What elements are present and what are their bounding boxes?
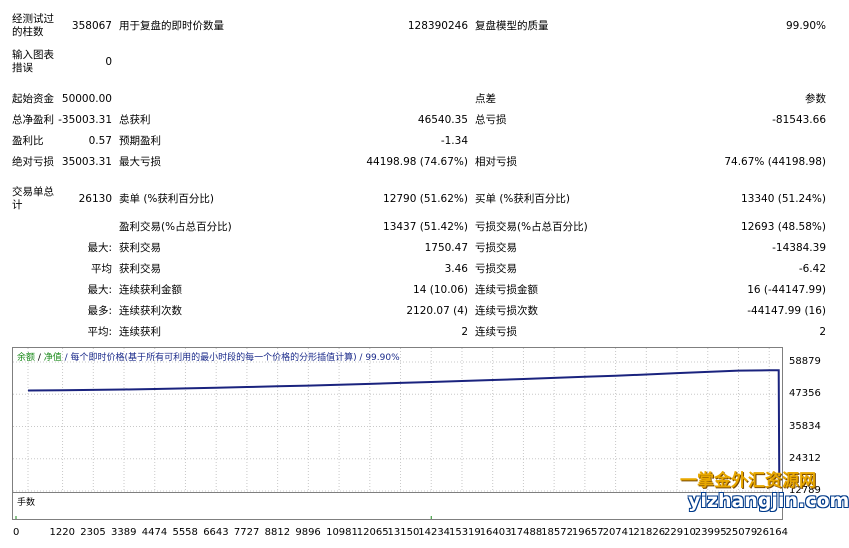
x-tick-label: 10981 — [326, 527, 358, 538]
chart-legend: 余额 / 净值 / 每个即时价格(基于所有可利用的最小时段的每一个价格的分形插值… — [17, 350, 400, 363]
x-tick-label: 21826 — [633, 527, 666, 538]
x-tick-label: 8812 — [264, 527, 291, 538]
y-tick-label: 47356 — [789, 388, 821, 400]
watermark-url: yizhangjin.com — [688, 490, 849, 512]
volume-label: 手数 — [17, 498, 36, 508]
x-tick-label: 4474 — [141, 527, 168, 538]
watermark-cn: 一掌金外汇资源网 — [680, 471, 816, 491]
x-tick-label: 5558 — [172, 527, 198, 538]
legend-balance: 余额 — [17, 353, 36, 363]
y-tick-label: 58879 — [789, 356, 821, 367]
x-tick-label: 23995 — [694, 527, 727, 538]
y-tick-label: 24312 — [789, 452, 821, 464]
x-tick-label: 19657 — [571, 527, 604, 538]
x-tick-label: 16403 — [479, 527, 512, 538]
x-tick-label: 3389 — [111, 527, 137, 538]
x-tick-label: 15319 — [448, 527, 481, 538]
x-tick-label: 12065 — [356, 527, 389, 538]
x-tick-label: 13150 — [387, 527, 420, 538]
x-tick-label: 22910 — [664, 527, 696, 538]
x-tick-label: 25079 — [725, 527, 758, 538]
x-tick-label: 7727 — [233, 527, 260, 538]
x-tick-label: 6643 — [203, 527, 229, 538]
x-tick-label: 20741 — [602, 527, 635, 538]
legend-sep: / — [35, 353, 44, 363]
balance-series-line — [27, 369, 781, 487]
x-tick-label: 14234 — [418, 527, 451, 538]
x-tick-label: 1220 — [49, 527, 75, 538]
x-tick-label: 2305 — [80, 527, 106, 538]
legend-equity: 净值 — [43, 353, 62, 363]
x-tick-label: 0 — [13, 527, 20, 538]
x-tick-label: 26164 — [756, 527, 789, 538]
x-tick-label: 18572 — [541, 527, 573, 538]
x-tick-label: 9896 — [295, 527, 321, 538]
x-tick-label: 17488 — [510, 527, 543, 538]
legend-description: / 每个即时价格(基于所有可利用的最小时段的每一个价格的分形插值计算) / 99… — [61, 353, 400, 363]
y-tick-label: 35834 — [789, 420, 821, 432]
